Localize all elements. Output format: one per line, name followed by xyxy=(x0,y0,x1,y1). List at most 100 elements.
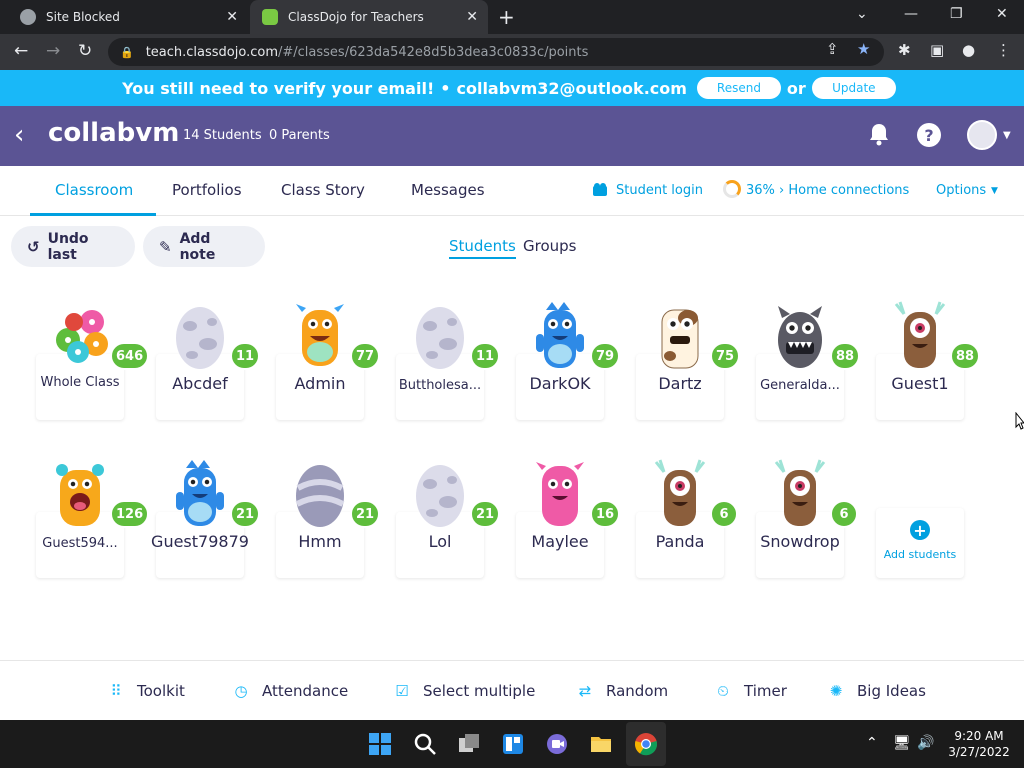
windows-start-icon[interactable] xyxy=(368,732,392,756)
profile-icon[interactable]: ● xyxy=(962,41,975,59)
student-login-link[interactable]: Student login xyxy=(616,183,703,198)
parents-count[interactable]: 0 Parents xyxy=(269,128,330,143)
points-badge: 126 xyxy=(110,500,150,528)
toolkit-button[interactable]: ⠿ Toolkit xyxy=(107,682,185,700)
add-students-button[interactable]: + Add students xyxy=(876,508,964,578)
home-connections-link[interactable]: 36% › Home connections xyxy=(746,183,909,198)
student-card[interactable]: 75 Dartz xyxy=(636,296,741,420)
options-menu[interactable]: Options xyxy=(936,183,986,198)
student-card[interactable]: 21 Guest79879 xyxy=(151,454,261,578)
plus-icon: + xyxy=(910,520,930,540)
student-card[interactable]: 126 Guest594... xyxy=(36,454,150,578)
avatar[interactable] xyxy=(967,120,997,150)
close-tab-icon[interactable]: ✕ xyxy=(466,9,478,25)
teams-chat-icon[interactable] xyxy=(545,732,569,756)
address-bar[interactable]: 🔒 teach.classdojo.com /#/classes/623da54… xyxy=(108,38,884,66)
attendance-button[interactable]: ◷ Attendance xyxy=(232,682,348,700)
students-count[interactable]: 14 Students xyxy=(183,128,262,143)
student-card[interactable]: 21 Hmm xyxy=(276,454,381,578)
select-multiple-button[interactable]: ☑ Select multiple xyxy=(393,682,535,700)
clock-time: 9:20 AM xyxy=(954,729,1004,743)
tab-classroom[interactable]: Classroom xyxy=(55,181,133,199)
orange-monster-avatar-icon xyxy=(296,304,344,366)
reload-icon[interactable]: ↻ xyxy=(78,41,92,61)
tab-search-icon[interactable]: ⌄ xyxy=(856,6,868,22)
side-panel-icon[interactable]: ▣ xyxy=(930,41,944,59)
undo-last-button[interactable]: ↺ Undo last xyxy=(11,226,135,267)
minimize-icon[interactable]: — xyxy=(904,6,918,22)
widgets-icon[interactable] xyxy=(501,732,525,756)
system-clock[interactable]: 9:20 AM 3/27/2022 xyxy=(944,728,1014,760)
tab-site-blocked[interactable]: Site Blocked ✕ xyxy=(8,0,248,34)
network-icon[interactable]: 🖥 xyxy=(893,735,911,751)
back-icon[interactable]: ← xyxy=(14,41,28,61)
student-card[interactable]: 646 Whole Class xyxy=(36,296,150,420)
tab-title: ClassDojo for Teachers xyxy=(288,10,424,24)
student-card[interactable]: 11 Buttholesa... xyxy=(396,296,501,420)
resend-button[interactable]: Resend xyxy=(696,77,781,99)
student-card[interactable]: 11 Abcdef xyxy=(156,296,261,420)
tab-messages[interactable]: Messages xyxy=(411,181,485,199)
share-icon[interactable]: ⇪ xyxy=(826,40,839,58)
forward-icon[interactable]: → xyxy=(46,41,60,61)
class-header: ‹ collabvm 14 Students 0 Parents ? ▼ xyxy=(0,106,1024,166)
email-address: collabvm32@outlook.com xyxy=(456,78,687,98)
clock-check-icon: ◷ xyxy=(234,682,248,700)
menu-kebab-icon[interactable]: ⋮ xyxy=(996,41,1011,59)
student-name: Lol xyxy=(428,532,452,551)
back-chevron-icon[interactable]: ‹ xyxy=(14,120,24,150)
student-card[interactable]: 88 Generalda... xyxy=(756,296,861,420)
windows-taskbar: ⌃ 🖥 🔊 9:20 AM 3/27/2022 xyxy=(0,720,1024,768)
bell-icon[interactable] xyxy=(868,122,890,146)
student-card[interactable]: 88 Guest1 xyxy=(876,296,981,420)
student-card[interactable]: 16 Maylee xyxy=(516,454,621,578)
student-card[interactable]: 79 DarkOK xyxy=(516,296,621,420)
extensions-icon[interactable]: ✱ xyxy=(898,41,911,59)
close-tab-icon[interactable]: ✕ xyxy=(226,9,238,25)
groups-toggle[interactable]: Groups xyxy=(523,237,576,255)
student-name: Hmm xyxy=(298,532,342,551)
task-view-icon[interactable] xyxy=(457,732,481,756)
big-ideas-button[interactable]: ✺ Big Ideas xyxy=(827,682,926,700)
grid-dots-icon: ⠿ xyxy=(110,682,122,700)
blue-monster-avatar-icon xyxy=(536,302,584,368)
browser-toolbar: ← → ↻ 🔒 teach.classdojo.com /#/classes/6… xyxy=(0,34,1024,70)
undo-icon: ↺ xyxy=(27,237,40,256)
points-badge: 6 xyxy=(830,500,858,528)
globe-icon xyxy=(20,9,36,25)
tab-class-story[interactable]: Class Story xyxy=(281,181,365,199)
restore-icon[interactable]: ❐ xyxy=(950,6,963,22)
file-explorer-icon[interactable] xyxy=(589,732,613,756)
search-icon[interactable] xyxy=(413,732,437,756)
caret-down-icon[interactable]: ▼ xyxy=(991,186,998,196)
chevron-down-icon[interactable]: ▼ xyxy=(1003,130,1011,141)
tab-title: Site Blocked xyxy=(46,10,120,24)
student-card[interactable]: 77 Admin xyxy=(276,296,381,420)
students-toggle[interactable]: Students xyxy=(449,237,516,259)
volume-icon[interactable]: 🔊 xyxy=(917,735,934,751)
points-badge: 75 xyxy=(710,342,741,370)
student-card[interactable]: 6 Panda xyxy=(636,454,738,578)
chrome-icon[interactable] xyxy=(634,732,658,756)
student-name: DarkOK xyxy=(529,374,591,393)
brown-monster-avatar-icon xyxy=(894,301,946,368)
group-monster-avatar-icon xyxy=(56,310,108,363)
add-note-button[interactable]: ✎ Add note xyxy=(143,226,265,267)
random-button[interactable]: ⇄ Random xyxy=(576,682,668,700)
timer-button[interactable]: ⏲ Timer xyxy=(714,682,787,700)
blue-monster-avatar-icon xyxy=(176,460,224,526)
new-tab-icon[interactable]: + xyxy=(498,5,515,29)
pink-monster-avatar-icon xyxy=(536,462,584,526)
help-icon[interactable]: ? xyxy=(917,123,941,147)
points-badge: 88 xyxy=(830,342,861,370)
update-button[interactable]: Update xyxy=(811,77,896,99)
class-name: collabvm xyxy=(48,118,180,148)
student-card[interactable]: 6 Snowdrop xyxy=(756,454,858,578)
window-close-icon[interactable]: ✕ xyxy=(996,6,1008,22)
tab-classdojo[interactable]: ClassDojo for Teachers ✕ xyxy=(250,0,488,34)
student-card[interactable]: 21 Lol xyxy=(396,454,501,578)
bottom-toolbar: ⠿ Toolkit ◷ Attendance ☑ Select multiple… xyxy=(0,660,1024,720)
chevron-up-icon[interactable]: ⌃ xyxy=(866,735,878,751)
tab-portfolios[interactable]: Portfolios xyxy=(172,181,242,199)
bookmark-star-icon[interactable]: ★ xyxy=(857,40,870,58)
